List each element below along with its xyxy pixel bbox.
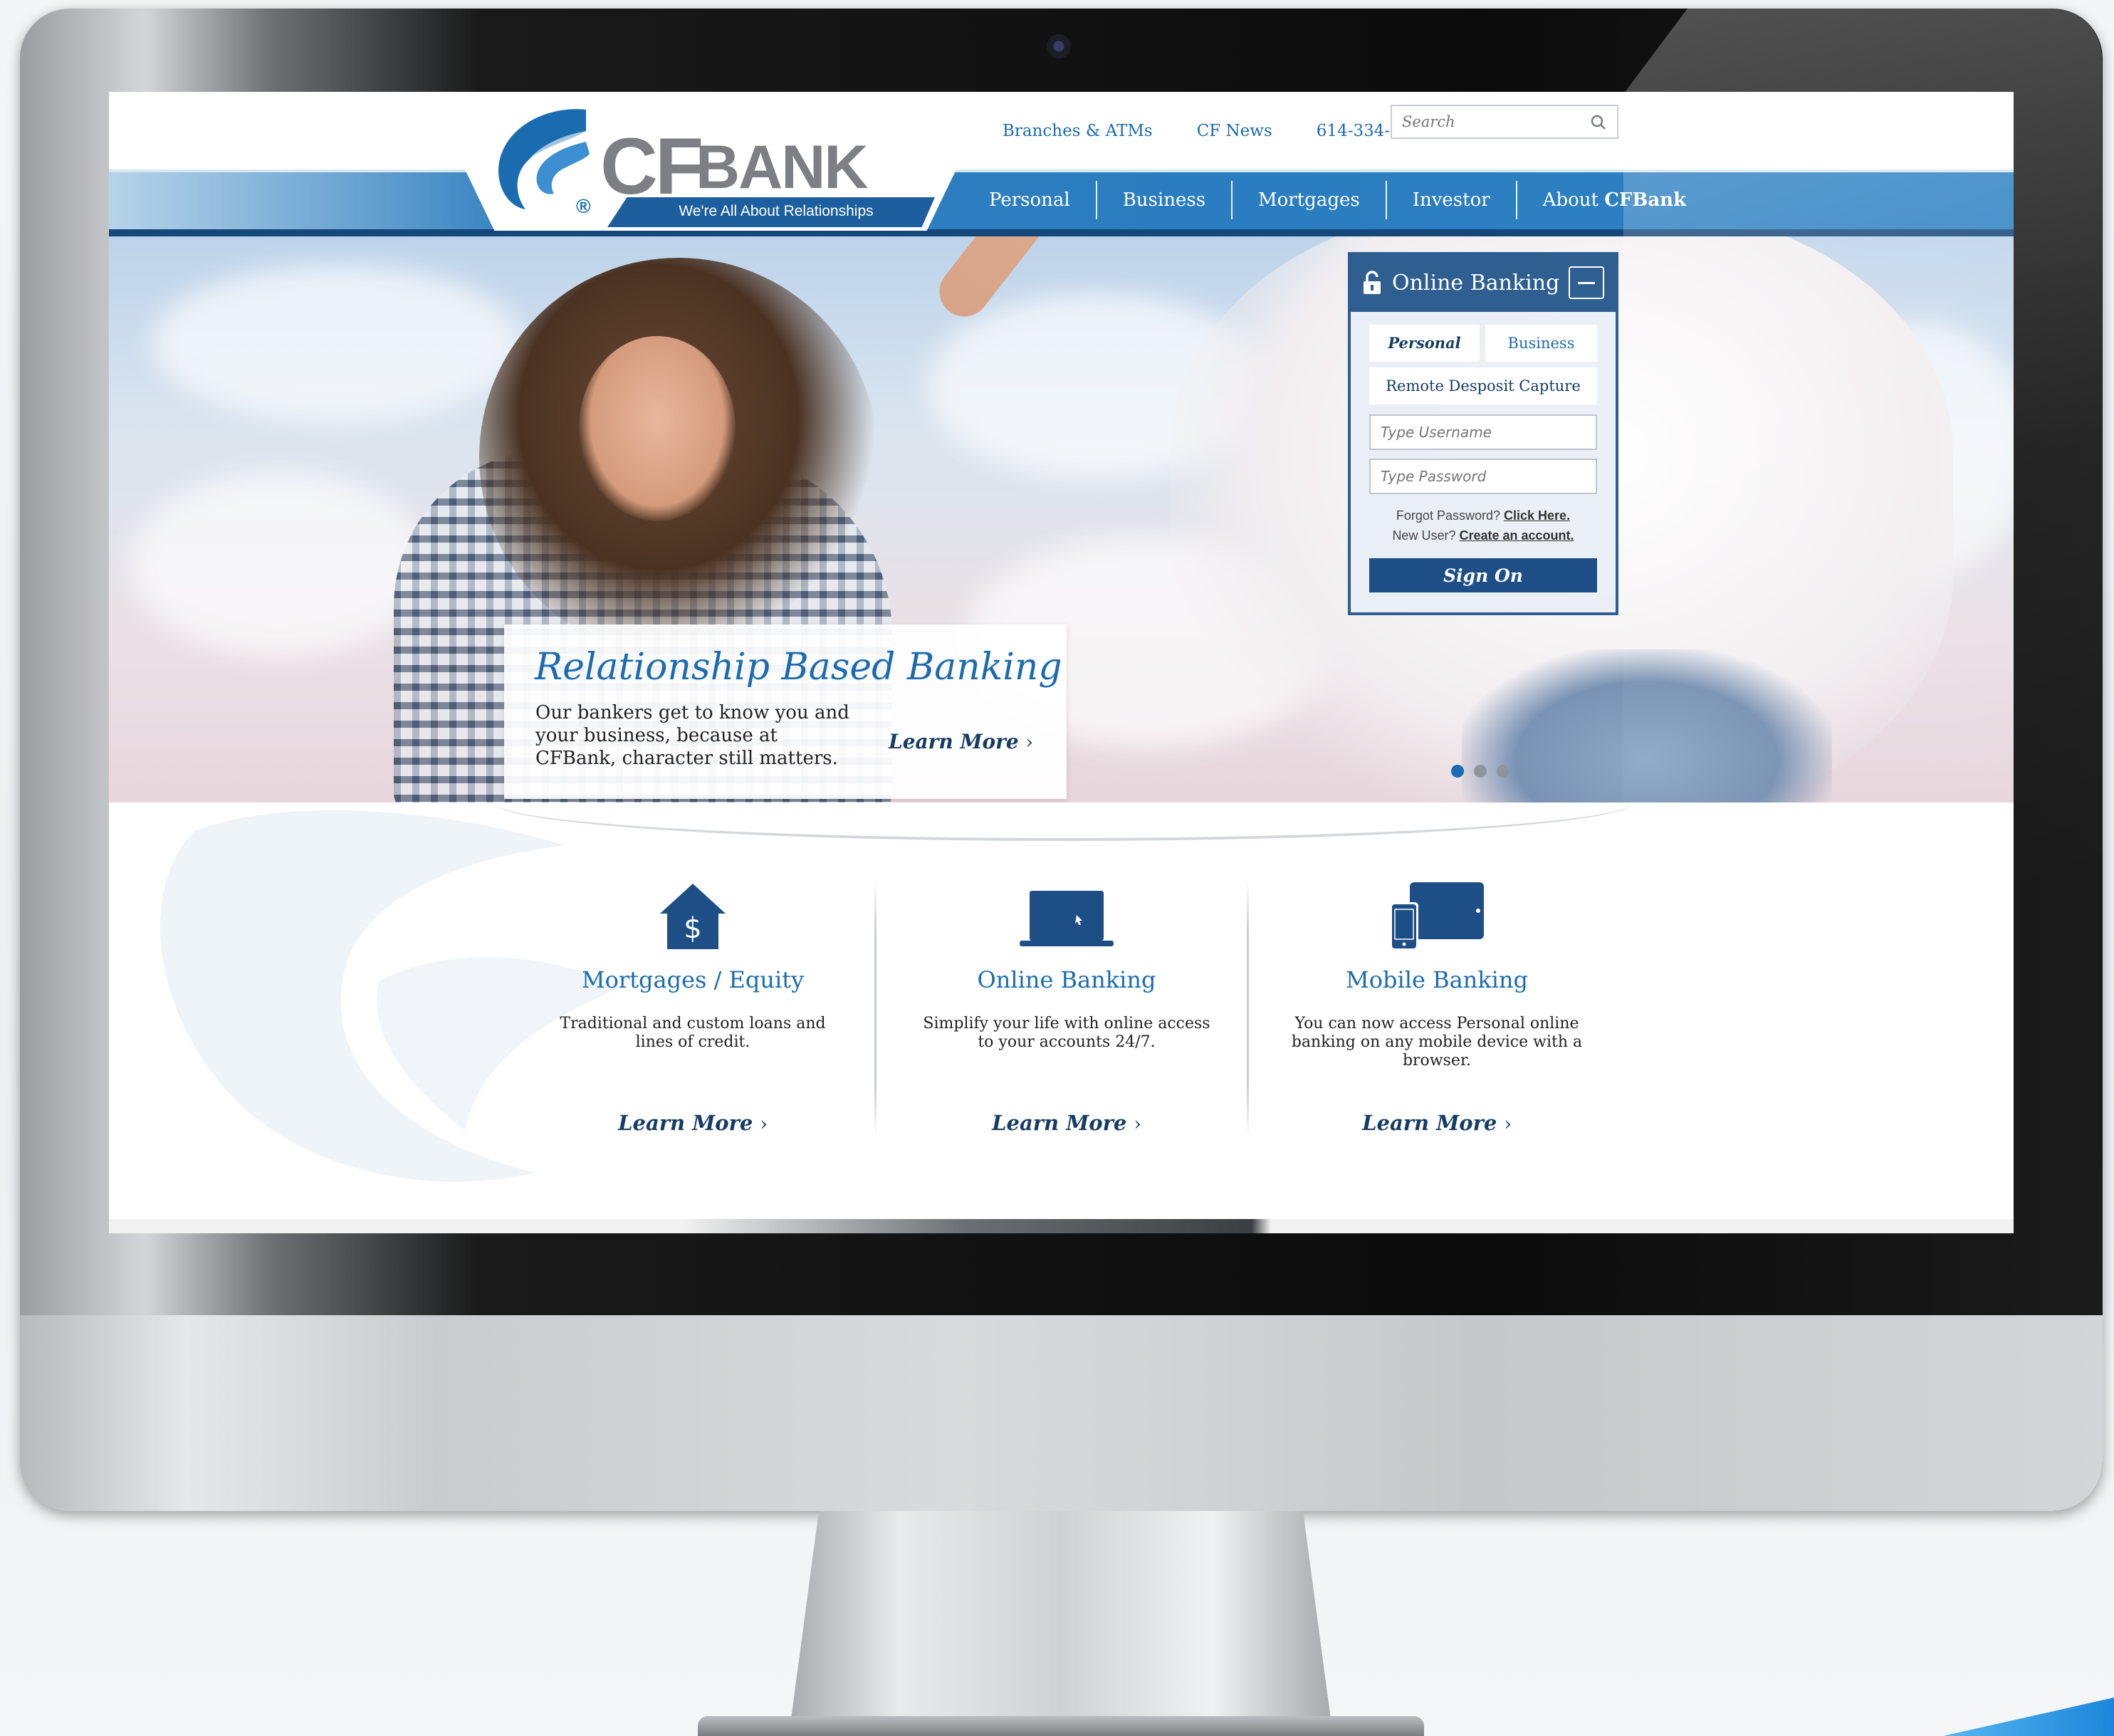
nav-investor[interactable]: Investor: [1387, 181, 1517, 219]
house-dollar-icon: $: [660, 884, 726, 949]
feature-description: You can now access Personal online banki…: [1291, 1015, 1583, 1070]
online-banking-title: Online Banking: [1392, 271, 1560, 296]
mobile-devices-icon: [1390, 882, 1484, 951]
screen-glare: [1623, 9, 2102, 1315]
unlock-icon: [1364, 271, 1381, 294]
forgot-password-link[interactable]: Click Here.: [1504, 508, 1570, 523]
tab-personal[interactable]: Personal: [1369, 325, 1480, 362]
carousel-dots: [1451, 765, 1509, 778]
cloud: [130, 471, 429, 657]
search-icon[interactable]: [1590, 114, 1607, 131]
carousel-dot-1[interactable]: [1451, 765, 1464, 778]
feature-title: Mortgages / Equity: [581, 966, 805, 993]
chevron-right-icon: ›: [1134, 1114, 1141, 1135]
laptop-icon: [1020, 891, 1114, 946]
feature-mobile-banking: Mobile Banking You can now access Person…: [1287, 881, 1586, 1135]
nav-about-prefix: About: [1542, 189, 1605, 211]
link-branches-atms[interactable]: Branches & ATMs: [1003, 122, 1153, 140]
username-field[interactable]: [1369, 414, 1597, 450]
link-cf-news[interactable]: CF News: [1197, 122, 1272, 140]
password-field[interactable]: [1369, 459, 1597, 494]
remote-deposit-capture-link[interactable]: Remote Desposit Capture: [1369, 367, 1597, 404]
hero-photo-woman-face: [579, 336, 736, 521]
promo-learn-more-link[interactable]: Learn More ›: [889, 730, 1033, 753]
registered-mark: ®: [576, 195, 591, 217]
feature-cta-label: Learn More: [992, 1111, 1127, 1135]
column-divider: [874, 881, 877, 1137]
feature-title: Mobile Banking: [1345, 966, 1528, 993]
chevron-right-icon: ›: [760, 1114, 768, 1135]
nav-mortgages[interactable]: Mortgages: [1233, 181, 1387, 219]
monitor-stand-base: [698, 1716, 1424, 1736]
feature-online-banking: Online Banking Simplify your life with o…: [917, 881, 1216, 1135]
new-user-line: New User? Create an account.: [1351, 528, 1616, 543]
online-banking-learn-more-link[interactable]: Learn More ›: [917, 1111, 1216, 1135]
webcam: [1047, 34, 1071, 58]
sign-on-button[interactable]: Sign On: [1369, 558, 1597, 592]
mortgages-learn-more-link[interactable]: Learn More ›: [543, 1111, 842, 1135]
promo-text: Our bankers get to know you and your bus…: [535, 702, 849, 769]
logo-text-bank: BANK: [696, 133, 868, 202]
search-box: [1391, 105, 1618, 139]
promo-cta-label: Learn More: [889, 730, 1019, 753]
utility-links: Branches & ATMs CF News 614-334-7979: [1003, 113, 1432, 149]
column-divider: [1247, 881, 1249, 1137]
minimize-button[interactable]: [1569, 266, 1604, 299]
nav-business[interactable]: Business: [1097, 181, 1233, 219]
search-input[interactable]: [1392, 113, 1589, 131]
hero-promo-card: Relationship Based Banking Our bankers g…: [504, 624, 1067, 799]
forgot-password-line: Forgot Password? Click Here.: [1351, 508, 1616, 523]
feature-title: Online Banking: [977, 966, 1156, 993]
chevron-right-icon: ›: [1025, 732, 1033, 753]
feature-cta-label: Learn More: [1362, 1111, 1497, 1135]
feature-description: Traditional and custom loans and lines o…: [560, 1015, 826, 1051]
nav-personal[interactable]: Personal: [963, 181, 1097, 219]
forgot-password-text: Forgot Password?: [1396, 508, 1500, 523]
online-banking-panel: Online Banking Personal Business Remote …: [1348, 252, 1618, 615]
promo-title: Relationship Based Banking: [535, 646, 1062, 689]
logo-text-cf: CF: [600, 122, 703, 211]
svg-text:$: $: [684, 912, 701, 945]
monitor-stand: [790, 1511, 1331, 1725]
carousel-dot-2[interactable]: [1474, 765, 1487, 778]
monitor-chin: [20, 1315, 2103, 1511]
feature-cta-label: Learn More: [618, 1111, 753, 1135]
new-user-text: New User?: [1392, 528, 1456, 543]
corner-accent: [1943, 1698, 2114, 1736]
carousel-dot-3[interactable]: [1497, 765, 1509, 778]
create-account-link[interactable]: Create an account.: [1459, 528, 1574, 543]
online-banking-header: Online Banking: [1351, 255, 1616, 312]
main-nav: Personal Business Mortgages Investor Abo…: [963, 174, 1712, 226]
feature-mortgages: $ Mortgages / Equity Traditional and cus…: [543, 881, 842, 1135]
cloud: [152, 265, 522, 422]
feature-description: Simplify your life with online access to…: [923, 1015, 1210, 1051]
mobile-banking-learn-more-link[interactable]: Learn More ›: [1287, 1111, 1586, 1135]
chevron-right-icon: ›: [1504, 1114, 1512, 1135]
tab-business[interactable]: Business: [1485, 325, 1597, 362]
